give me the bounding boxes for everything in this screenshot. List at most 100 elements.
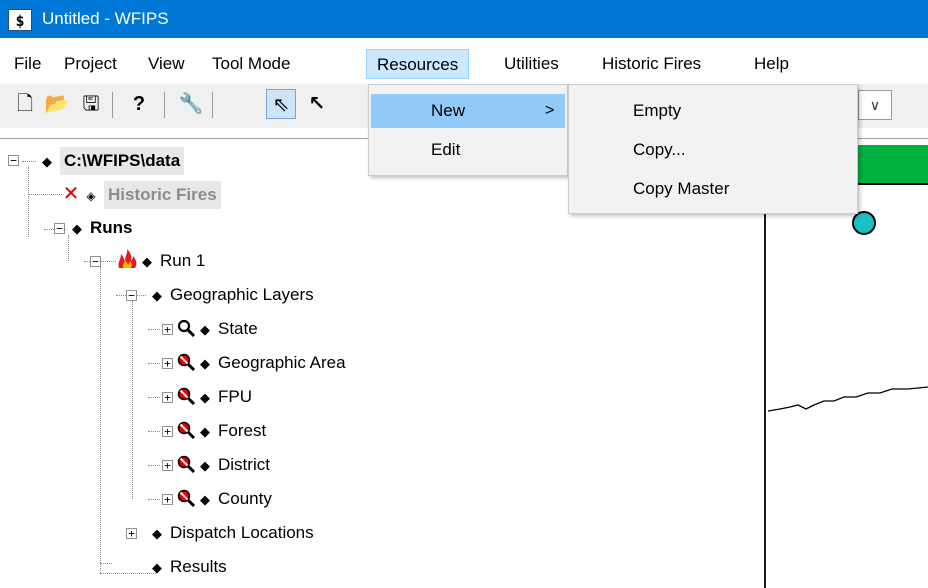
tree-node-geographic-layers[interactable]: ◆ Geographic Layers (150, 281, 314, 309)
magnifier-no-icon (177, 387, 196, 406)
new-file-icon[interactable]: 🗋 (10, 89, 40, 119)
tree-node-runs[interactable]: ◆ Runs (70, 214, 133, 242)
tree-connector (148, 431, 160, 432)
diamond-icon: ◆ (142, 254, 152, 269)
diamond-icon: ◆ (200, 458, 210, 473)
app-icon: $ (8, 9, 32, 31)
tree-connector (28, 167, 29, 237)
expand-geographic-area-button[interactable]: + (162, 358, 173, 369)
tree-node-label: State (218, 319, 258, 338)
map-boundary-line (768, 386, 928, 412)
tree-node-label: County (218, 489, 272, 508)
pointer-icon[interactable]: ⇖ (266, 89, 296, 119)
wrench-icon[interactable]: 🔧 (176, 89, 206, 119)
chevron-right-icon: > (545, 102, 555, 119)
menu-item-copy[interactable]: Copy... (571, 133, 855, 167)
combo-dropdown-icon[interactable]: ∨ (858, 90, 892, 120)
tree-node-layer-forest[interactable]: ◆ Forest (176, 417, 266, 445)
tree-connector (148, 329, 160, 330)
magnifier-no-icon (177, 489, 196, 508)
expand-dispatch-locations-button[interactable]: + (126, 528, 137, 539)
tree-connector (100, 563, 112, 564)
menu-file[interactable]: File (4, 49, 51, 79)
diamond-icon: ◆ (200, 424, 210, 439)
diamond-icon: ◆ (152, 288, 162, 303)
diamond-icon: ◆ (152, 526, 162, 541)
tree-node-label: Geographic Area (218, 353, 346, 372)
new-submenu: Empty Copy... Copy Master (568, 84, 858, 214)
tree-node-historic-fires[interactable]: ✕ ◈ Historic Fires (62, 180, 221, 209)
tree-connector (100, 573, 156, 574)
diamond-icon: ◆ (152, 560, 162, 575)
save-icon[interactable]: 🖫 (76, 89, 106, 119)
tree-node-layer-geographic-area[interactable]: ◆ Geographic Area (176, 349, 346, 377)
diamond-icon: ◆ (72, 221, 82, 236)
menu-resources[interactable]: Resources (366, 49, 470, 79)
tree-connector (100, 267, 101, 573)
expand-county-button[interactable]: + (162, 494, 173, 505)
tree-connector (68, 235, 69, 261)
tree-connector (148, 363, 160, 364)
magnifier-no-icon (177, 455, 196, 474)
tree-connector (132, 301, 133, 499)
collapse-root-button[interactable]: − (8, 155, 19, 166)
diamond-icon: ◆ (200, 356, 210, 371)
collapse-runs-button[interactable]: − (54, 223, 65, 234)
menu-item-new[interactable]: New > (371, 94, 565, 128)
tree-node-label: Historic Fires (104, 181, 221, 209)
tree-node-results[interactable]: ◆ Results (150, 553, 227, 581)
tree-node-label: Run 1 (160, 251, 206, 270)
diamond-icon: ◆ (200, 390, 210, 405)
tree-node-label: Dispatch Locations (170, 523, 314, 542)
magnifier-no-icon (177, 421, 196, 440)
menu-tool-mode[interactable]: Tool Mode (202, 49, 300, 79)
open-folder-icon[interactable]: 📂 (42, 89, 72, 119)
tree-node-label: Forest (218, 421, 267, 440)
select-node-icon[interactable]: ↖ (302, 89, 332, 119)
tree-node-label: Runs (90, 218, 133, 237)
tree-node-layer-fpu[interactable]: ◆ FPU (176, 383, 252, 411)
fire-icon (118, 249, 137, 268)
hollow-diamond-icon: ◈ (86, 189, 96, 203)
menu-project[interactable]: Project (54, 49, 127, 79)
expand-district-button[interactable]: + (162, 460, 173, 471)
magnifier-icon (177, 319, 196, 338)
tree-connector (148, 499, 160, 500)
tree-node-root[interactable]: ◆ C:\WFIPS\data (40, 147, 185, 175)
diamond-icon: ◆ (42, 154, 52, 169)
tree-node-dispatch-locations[interactable]: ◆ Dispatch Locations (150, 519, 314, 547)
magnifier-no-icon (177, 353, 196, 372)
tree-node-label: Results (170, 557, 227, 576)
menu-item-copy-master[interactable]: Copy Master (571, 172, 855, 206)
toolbar-separator (212, 92, 213, 118)
collapse-run1-button[interactable]: − (90, 256, 101, 267)
tree-connector (148, 465, 160, 466)
expand-state-button[interactable]: + (162, 324, 173, 335)
red-x-icon: ✕ (62, 183, 80, 205)
menu-item-edit[interactable]: Edit (371, 133, 565, 167)
toolbar-separator (164, 92, 165, 118)
diamond-icon: ◆ (200, 492, 210, 507)
expand-fpu-button[interactable]: + (162, 392, 173, 403)
tree-node-layer-district[interactable]: ◆ District (176, 451, 270, 479)
tree-node-run1[interactable]: ◆ Run 1 (116, 247, 205, 275)
tree-connector (22, 161, 36, 162)
tree-node-layer-state[interactable]: ◆ State (176, 315, 258, 343)
menu-item-empty[interactable]: Empty (571, 94, 855, 128)
tree-node-label: FPU (218, 387, 252, 406)
expand-forest-button[interactable]: + (162, 426, 173, 437)
menu-utilities[interactable]: Utilities (494, 49, 569, 79)
window-title: Untitled - WFIPS (42, 9, 169, 28)
tree-connector (28, 194, 62, 195)
menu-help[interactable]: Help (744, 49, 799, 79)
menu-view[interactable]: View (138, 49, 195, 79)
help-icon[interactable]: ? (124, 89, 154, 119)
title-bar[interactable]: $ Untitled - WFIPS (0, 0, 928, 38)
tree-node-layer-county[interactable]: ◆ County (176, 485, 272, 513)
tree-connector (148, 397, 160, 398)
resources-dropdown: New > Edit (368, 84, 568, 176)
menu-bar: File Project View Tool Mode Resources Ut… (0, 44, 928, 84)
menu-historic-fires[interactable]: Historic Fires (592, 49, 711, 79)
toolbar-separator (112, 92, 113, 118)
collapse-geographic-layers-button[interactable]: − (126, 290, 137, 301)
